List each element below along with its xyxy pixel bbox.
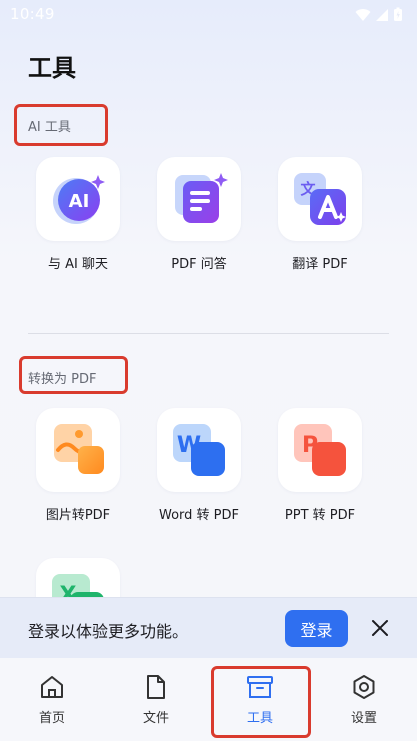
- highlight-box-nav-tools: [211, 666, 311, 738]
- file-icon: [147, 675, 165, 699]
- svg-text:AI: AI: [69, 191, 90, 212]
- nav-settings[interactable]: 设置: [324, 672, 404, 726]
- tool-label: 图片转PDF: [45, 508, 111, 523]
- translate-icon: 文: [294, 173, 346, 225]
- wifi-icon: [355, 8, 371, 21]
- tool-card: W: [157, 408, 241, 492]
- tool-label: Word 转 PDF: [158, 508, 239, 523]
- nav-home[interactable]: 首页: [12, 672, 92, 726]
- tool-card: 文: [278, 157, 362, 241]
- ppt-icon: P: [294, 424, 346, 476]
- home-icon: [41, 676, 63, 698]
- tool-card: [36, 408, 120, 492]
- tool-label: 与 AI 聊天: [48, 257, 108, 272]
- tool-card: [157, 157, 241, 241]
- status-bar: 10:49: [0, 0, 417, 30]
- highlight-box-ai: [14, 104, 108, 146]
- tool-pdf-qa[interactable]: PDF 问答: [139, 157, 259, 272]
- tool-card: P: [278, 408, 362, 492]
- section-divider: [28, 333, 389, 334]
- tool-translate[interactable]: 文 翻译 PDF: [260, 157, 380, 272]
- tool-card: AI: [36, 157, 120, 241]
- highlight-box-convert: [19, 356, 128, 394]
- settings-icon: [353, 675, 375, 699]
- nav-label: 文件: [142, 711, 169, 726]
- tool-label: 翻译 PDF: [292, 257, 348, 272]
- bottom-nav: 首页 文件 工具 设置: [0, 658, 417, 741]
- status-time: 10:49: [10, 5, 55, 23]
- nav-files[interactable]: 文件: [116, 672, 196, 726]
- login-banner-text: 登录以体验更多功能。: [28, 622, 189, 641]
- battery-icon: [394, 7, 402, 21]
- svg-text:P: P: [302, 433, 318, 458]
- image-icon: [54, 424, 104, 474]
- tool-ai-chat[interactable]: AI 与 AI 聊天: [18, 157, 138, 272]
- tool-label: PDF 问答: [171, 257, 227, 272]
- word-icon: W: [173, 424, 225, 476]
- page-title: 工具: [28, 54, 76, 82]
- tool-image-to-pdf[interactable]: 图片转PDF: [18, 408, 138, 523]
- tool-label: PPT 转 PDF: [284, 508, 356, 523]
- nav-label: 首页: [38, 711, 65, 726]
- svg-text:W: W: [177, 433, 201, 458]
- pdf-qa-icon: [175, 173, 228, 223]
- close-icon: [372, 620, 388, 636]
- tool-ppt-to-pdf[interactable]: P PPT 转 PDF: [260, 408, 380, 523]
- signal-icon: [376, 8, 388, 21]
- login-button[interactable]: 登录: [285, 610, 348, 647]
- status-icons: [355, 7, 403, 22]
- login-banner: 登录以体验更多功能。 登录: [0, 597, 417, 658]
- nav-label: 设置: [350, 711, 377, 726]
- close-banner-button[interactable]: [366, 614, 394, 642]
- ai-chat-icon: AI: [53, 175, 105, 224]
- tool-word-to-pdf[interactable]: W Word 转 PDF: [139, 408, 259, 523]
